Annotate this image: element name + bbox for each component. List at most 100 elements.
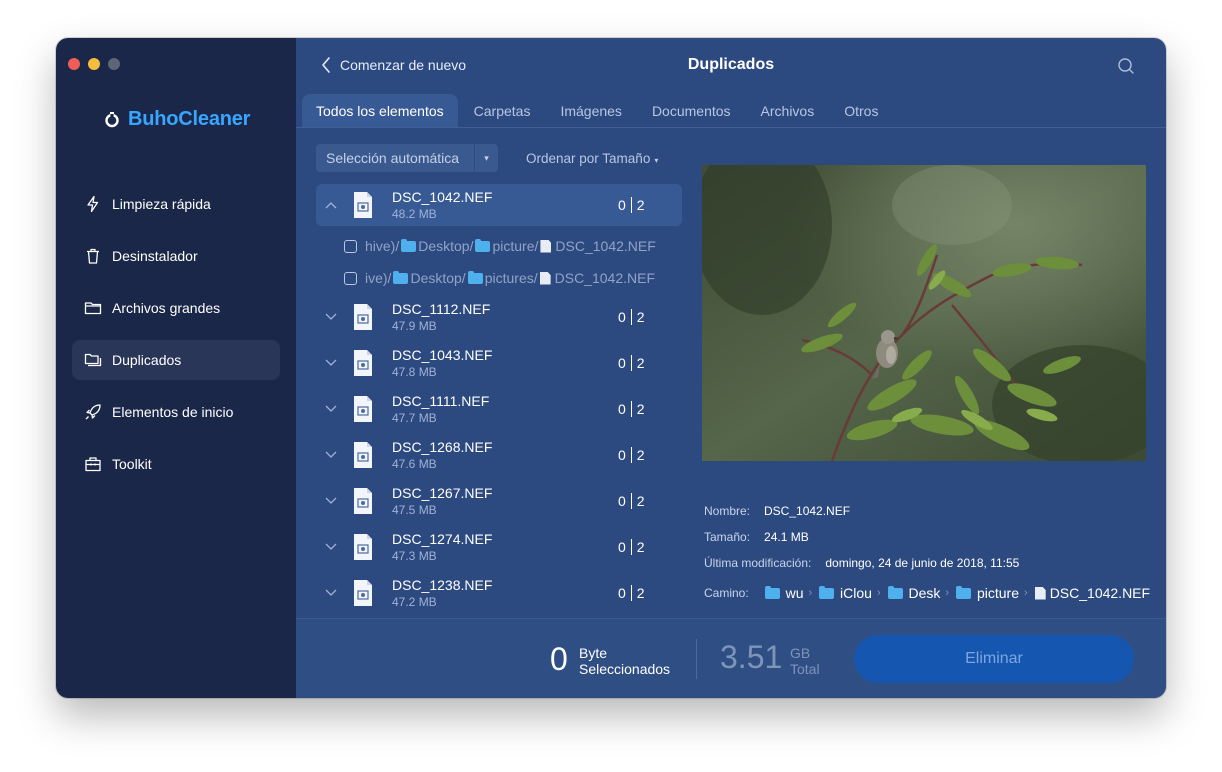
path-segment: Desktop/ — [410, 270, 466, 286]
auto-select-dropdown[interactable]: Selección automática ▾ — [316, 144, 498, 172]
folder-icon — [887, 585, 903, 599]
detail-label: Última modificación: — [704, 556, 812, 570]
checkbox[interactable] — [344, 271, 357, 285]
selected-count: 0 — [618, 309, 626, 325]
file-name: DSC_1043.NEF — [392, 347, 493, 363]
path-segment: DSC_1042.NEF — [1049, 585, 1151, 601]
tab-files[interactable]: Archivos — [747, 94, 829, 128]
tab-documents[interactable]: Documentos — [638, 94, 745, 128]
total-unit: GB — [790, 645, 811, 661]
file-size: 47.5 MB — [392, 503, 437, 517]
total-count: 2 — [636, 355, 645, 371]
duplicate-group-row[interactable]: DSC_1111.NEF 47.7 MB 02 — [316, 386, 682, 432]
folder-icon — [393, 270, 409, 284]
path-crumb[interactable]: Desk › — [886, 585, 954, 601]
back-button[interactable]: Comenzar de nuevo — [320, 56, 466, 74]
folder-icon — [401, 238, 417, 252]
folder-icon — [84, 299, 102, 317]
file-size: 47.8 MB — [392, 365, 437, 379]
folder-icon — [956, 585, 972, 599]
sidebar-item-quick-clean[interactable]: Limpieza rápida — [72, 184, 280, 224]
path-segment: pictures/ — [484, 270, 538, 286]
category-tabs: Todos los elementos Carpetas Imágenes Do… — [302, 94, 894, 128]
dropdown-arrow-icon[interactable]: ▾ — [474, 144, 498, 172]
tab-others[interactable]: Otros — [830, 94, 892, 128]
checkbox[interactable] — [344, 239, 357, 253]
path-crumb[interactable]: wu › — [763, 585, 817, 601]
duplicate-group-row[interactable]: DSC_1267.NEF 47.5 MB 02 — [316, 478, 682, 524]
path-crumb[interactable]: DSC_1042.NEF — [1033, 585, 1150, 601]
file-name: DSC_1268.NEF — [392, 439, 493, 455]
list-toolbar: Selección automática ▾ Ordenar por Tamañ… — [316, 144, 658, 172]
sidebar-item-toolkit[interactable]: Toolkit — [72, 444, 280, 484]
chevron-down-icon[interactable] — [316, 543, 346, 551]
sort-dropdown[interactable]: Ordenar por Tamaño ▾ — [526, 151, 658, 166]
duplicate-group-row[interactable]: DSC_1042.NEF 48.2 MB 02 — [316, 184, 682, 226]
brand-name: BuhoCleaner — [128, 108, 251, 130]
file-name: DSC_1112.NEF — [392, 301, 491, 317]
path-segment: ive)/ — [365, 270, 392, 286]
path-segment: picture/ — [492, 238, 539, 254]
folder-icon — [475, 238, 491, 252]
buho-logo-icon — [105, 111, 119, 127]
duplicate-group-row[interactable]: DSC_1112.NEF 47.9 MB 02 — [316, 294, 682, 340]
file-name: DSC_1042.NEF — [392, 189, 493, 205]
file-icon — [354, 350, 372, 376]
duplicate-group-row[interactable]: DSC_1274.NEF 47.3 MB 02 — [316, 524, 682, 570]
duplicate-path-row[interactable]: ive)/ Desktop/pictures/DSC_1042.NEF — [316, 262, 682, 294]
duplicate-group-row[interactable]: DSC_1043.NEF 47.8 MB 02 — [316, 340, 682, 386]
tab-all-items[interactable]: Todos los elementos — [302, 94, 458, 128]
search-icon[interactable] — [1116, 56, 1136, 76]
duplicate-group-row[interactable]: DSC_1238.NEF 47.2 MB 02 — [316, 570, 682, 614]
path-crumb[interactable]: picture › — [954, 585, 1033, 601]
page-title: Duplicados — [687, 56, 775, 73]
detail-modified-row: Última modificación: domingo, 24 de juni… — [704, 550, 1154, 576]
top-bar: Comenzar de nuevo Duplicados — [296, 38, 1166, 94]
sidebar-item-label: Elementos de inicio — [112, 404, 234, 420]
selection-count: 02 — [618, 309, 682, 325]
sidebar-item-label: Toolkit — [112, 456, 152, 472]
sidebar-item-startup-items[interactable]: Elementos de inicio — [72, 392, 280, 432]
chevron-down-icon[interactable] — [316, 589, 346, 597]
close-window-button[interactable] — [68, 58, 80, 70]
document-icon — [1034, 586, 1046, 600]
path-segment: iClou — [840, 585, 872, 601]
path-crumb[interactable]: iClou › — [817, 585, 885, 601]
delete-button[interactable]: Eliminar — [854, 635, 1134, 683]
chevron-up-icon[interactable] — [316, 201, 346, 209]
duplicate-path-row[interactable]: hive)/ Desktop/picture/DSC_1042.NEF — [316, 230, 682, 262]
tab-images[interactable]: Imágenes — [546, 94, 635, 128]
file-size: 47.2 MB — [392, 595, 437, 609]
chevron-down-icon[interactable] — [316, 405, 346, 413]
path-segment: Desktop/ — [418, 238, 474, 254]
sidebar-item-large-files[interactable]: Archivos grandes — [72, 288, 280, 328]
back-label: Comenzar de nuevo — [340, 57, 467, 73]
auto-select-label: Selección automática — [326, 150, 460, 166]
selected-count: 0 — [618, 401, 626, 417]
detail-name-row: Nombre: DSC_1042.NEF — [704, 498, 1154, 524]
chevron-down-icon[interactable] — [316, 451, 346, 459]
footer-divider — [696, 639, 697, 679]
selected-text: Seleccionados — [579, 661, 671, 677]
chevron-down-icon[interactable] — [316, 359, 346, 367]
file-size: 47.7 MB — [392, 411, 437, 425]
chevron-down-icon[interactable] — [316, 497, 346, 505]
minimize-window-button[interactable] — [88, 58, 100, 70]
caret-down-icon: ▾ — [654, 155, 659, 165]
sidebar-item-duplicates[interactable]: Duplicados — [72, 340, 280, 380]
bird-photo-preview — [702, 165, 1146, 461]
selected-count: 0 — [618, 539, 626, 555]
total-count: 2 — [636, 401, 645, 417]
duplicate-group-row[interactable]: DSC_1268.NEF 47.6 MB 02 — [316, 432, 682, 478]
sidebar-item-uninstaller[interactable]: Desinstalador — [72, 236, 280, 276]
sidebar-item-label: Duplicados — [112, 352, 182, 368]
file-icon — [354, 442, 372, 468]
chevron-down-icon[interactable] — [316, 313, 346, 321]
tab-folders[interactable]: Carpetas — [460, 94, 545, 128]
zoom-window-button[interactable] — [108, 58, 120, 70]
home-folder-icon — [764, 585, 780, 599]
detail-size-row: Tamaño: 24.1 MB — [704, 524, 1154, 550]
selected-count: 0 — [618, 197, 626, 213]
selection-count: 02 — [618, 447, 682, 463]
rocket-icon — [84, 403, 102, 421]
